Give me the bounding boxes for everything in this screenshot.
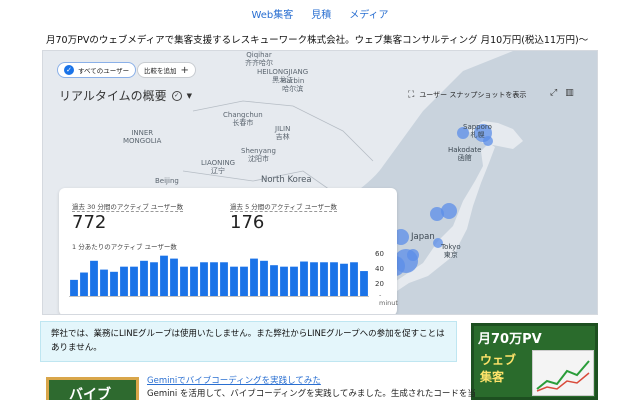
bar-minute--28[interactable]	[90, 260, 98, 296]
map-label-hakodate: Hakodate 函館	[448, 146, 482, 162]
map-label-sapporo: Sapporo 札幌	[463, 123, 492, 139]
thumbnail-text: バイブ	[69, 387, 111, 400]
bar-minute--4[interactable]	[330, 262, 338, 296]
all-users-label: すべてのユーザー	[78, 67, 130, 75]
bar-minute--3[interactable]	[340, 263, 348, 296]
bar-minute--26[interactable]	[110, 271, 118, 296]
article-thumbnail[interactable]: バイブ	[46, 377, 139, 400]
user-snapshot-label: ユーザー スナップショットを表示	[419, 91, 527, 99]
x-axis-unit-label: - minut	[379, 291, 398, 307]
bar-minute--1[interactable]	[360, 271, 368, 296]
site-tagline: 月70万PVのウェブメディアで集客支援するレスキューワーク株式会社。ウェブ集客コ…	[46, 35, 589, 46]
active-users-card: 過去 30 分間のアクティブ ユーザー数 772 過去 5 分間のアクティブ ユ…	[59, 188, 398, 314]
add-comparison-label: 比較を追加	[144, 67, 177, 75]
user-snapshot-button[interactable]: ⛶ ユーザー スナップショットを表示	[408, 90, 526, 100]
line-group-notice: 弊社では、業務にLINEグループは使用いたしません。また弊社からLINEグループ…	[40, 321, 457, 362]
user-icon: ✓	[64, 65, 74, 75]
add-comparison-button[interactable]: 比較を追加 +	[137, 62, 196, 78]
active-5min-value: 176	[230, 212, 265, 233]
active-30min-label: 過去 30 分間のアクティブ ユーザー数	[72, 203, 184, 212]
bar-minute--22[interactable]	[150, 262, 158, 296]
bar-minute--24[interactable]	[130, 266, 138, 296]
map-label-qiqihar: Qiqihar 齐齐哈尔	[245, 51, 273, 67]
analytics-screenshot: Qiqihar 齐齐哈尔 HEILONGJIANG 黑龙江 Harbin 哈尔滨…	[42, 50, 598, 315]
map-label-tokyo: Tokyo 東京	[441, 243, 461, 259]
realtime-overview-title: リアルタイムの概要 ✓ ▼	[59, 87, 192, 104]
map-label-north-korea: North Korea	[261, 175, 312, 185]
active-5min-label: 過去 5 分間のアクティブ ユーザー数	[230, 203, 337, 212]
nav-link-media[interactable]: メディア	[349, 6, 388, 21]
map-toolbar: ⤢ ▥	[550, 88, 574, 98]
snapshot-icon: ⛶	[408, 90, 415, 100]
bar-minute--8[interactable]	[290, 266, 298, 296]
bar-minute--11[interactable]	[260, 260, 268, 296]
bar-minute--9[interactable]	[280, 266, 288, 296]
bar-minute--5[interactable]	[320, 262, 328, 296]
bar-minute--21[interactable]	[160, 255, 168, 296]
map-label-liaoning: LIAONING 辽宁	[201, 159, 236, 175]
y-tick-40: 40	[375, 265, 384, 273]
bar-minute--30[interactable]	[70, 279, 78, 296]
banner-chart-illustration	[532, 350, 594, 396]
per-minute-bar-chart	[69, 255, 369, 297]
bar-minute--12[interactable]	[250, 258, 258, 296]
map-label-harbin: Harbin 哈尔滨	[281, 77, 305, 93]
bar-minute--13[interactable]	[240, 266, 248, 296]
bar-minute--2[interactable]	[350, 262, 358, 296]
bar-minute--20[interactable]	[170, 258, 178, 296]
plus-icon: +	[180, 64, 189, 76]
fullscreen-icon[interactable]: ⤢	[550, 88, 557, 98]
per-minute-label: 1 分あたりのアクティブ ユーザー数	[72, 243, 177, 251]
bar-minute--6[interactable]	[310, 262, 318, 296]
banner-headline: 月70万PV	[478, 332, 542, 347]
nav-link-estimate[interactable]: 見積	[311, 6, 331, 21]
banner-subtext: ウェブ 集客	[480, 353, 517, 384]
bar-minute--25[interactable]	[120, 266, 128, 296]
bar-minute--17[interactable]	[200, 262, 208, 296]
columns-icon[interactable]: ▥	[565, 88, 574, 98]
map-label-changchun: Changchun 长春市	[223, 111, 263, 127]
map-label-beijing: Beijing	[155, 177, 179, 185]
bar-minute--10[interactable]	[270, 265, 278, 296]
bar-minute--14[interactable]	[230, 266, 238, 296]
realtime-title-text: リアルタイムの概要	[59, 89, 167, 103]
nav-link-web-marketing[interactable]: Web集客	[251, 6, 293, 21]
article-description: Gemini を活用して、バイブコーディングを実践してみました。生成されたコード…	[147, 389, 476, 399]
map-label-japan: Japan	[411, 232, 435, 242]
bar-minute--29[interactable]	[80, 272, 88, 296]
bar-minute--16[interactable]	[210, 262, 218, 296]
bar-minute--18[interactable]	[190, 266, 198, 296]
active-30min-value: 772	[72, 212, 107, 233]
all-users-chip[interactable]: ✓ すべてのユーザー	[57, 62, 137, 78]
bar-minute--7[interactable]	[300, 261, 308, 296]
bar-minute--15[interactable]	[220, 262, 228, 296]
map-label-jilin: JILIN 吉林	[275, 125, 291, 141]
bar-minute--27[interactable]	[100, 269, 108, 296]
bar-minute--23[interactable]	[140, 260, 148, 296]
chevron-down-icon[interactable]: ▼	[187, 92, 192, 100]
y-tick-60: 60	[375, 250, 384, 258]
web-marketing-banner[interactable]: 月70万PV ウェブ 集客	[471, 323, 598, 400]
y-tick-20: 20	[375, 280, 384, 288]
map-label-shenyang: Shenyang 沈阳市	[241, 147, 276, 163]
map-label-inner-mongolia: INNER MONGOLIA	[123, 129, 162, 145]
bar-minute--19[interactable]	[180, 266, 188, 296]
check-circle-icon[interactable]: ✓	[171, 90, 182, 101]
top-nav: Web集客 見積 メディア	[0, 0, 640, 26]
article-title-link[interactable]: Geminiでバイブコーディングを実践してみた	[147, 374, 321, 386]
